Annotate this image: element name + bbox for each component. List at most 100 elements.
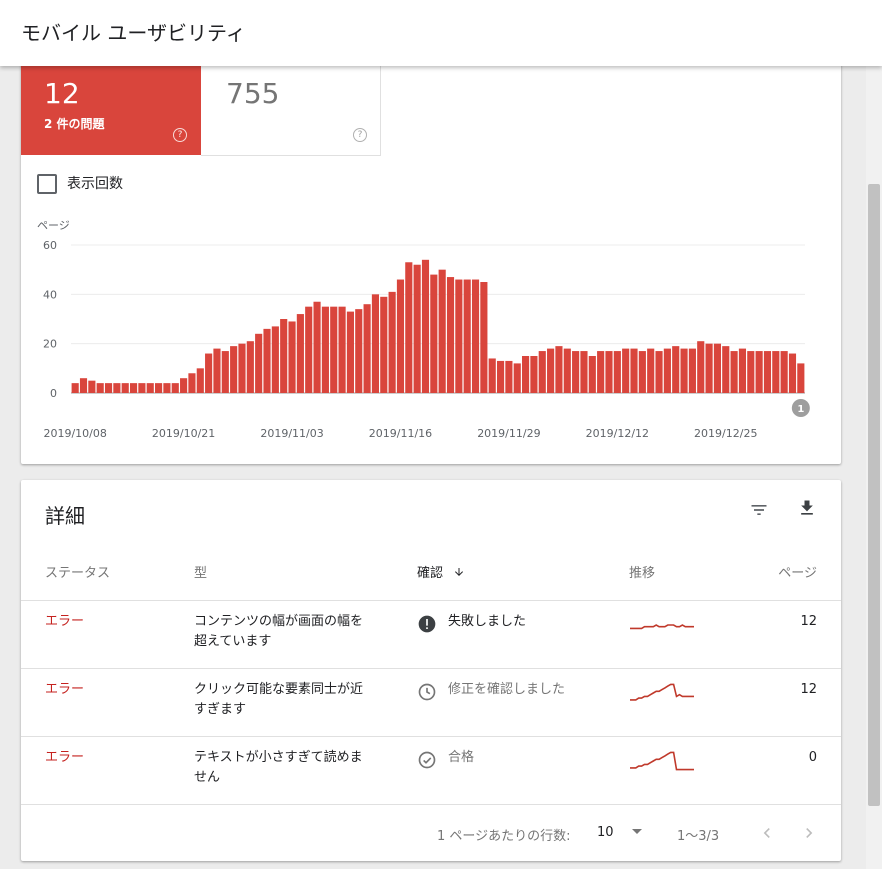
error-metric-tile[interactable]: 12 2 件の問題 ? xyxy=(21,58,201,155)
annotation-label: 1 xyxy=(797,404,804,415)
next-page-icon[interactable] xyxy=(799,823,819,843)
chart-bar xyxy=(730,351,738,393)
x-tick-label: 2019/11/29 xyxy=(477,427,540,440)
table-row[interactable]: エラー クリック可能な要素同士が近すぎます 修正を確認しました 12 xyxy=(21,668,841,737)
trend-sparkline xyxy=(630,683,694,701)
chart-bar xyxy=(96,383,104,393)
chart-bar xyxy=(547,348,555,393)
error-count: 12 xyxy=(44,77,80,110)
type-cell: テキストが小さすぎて読めません xyxy=(194,750,363,785)
rows-per-page-select[interactable]: 10 xyxy=(597,825,642,840)
valid-metric-tile[interactable]: 755 ? xyxy=(201,58,381,156)
chart-bar xyxy=(496,360,505,393)
chart-bar xyxy=(213,348,221,393)
clock-icon xyxy=(418,683,436,701)
chart-bar xyxy=(722,346,730,393)
chart-bar xyxy=(188,373,196,393)
trend-sparkline xyxy=(630,624,694,630)
validation-cell: 合格 xyxy=(448,750,475,765)
chart-bar xyxy=(680,348,688,393)
table-row[interactable]: エラー コンテンツの幅が画面の幅を超えています 失敗しました 12 xyxy=(21,600,841,669)
pagination-range: 1〜3/3 xyxy=(677,829,720,844)
previous-page-icon[interactable] xyxy=(757,823,777,843)
pages-cell: 12 xyxy=(800,614,817,629)
type-cell: コンテンツの幅が画面の幅を超えています xyxy=(194,614,364,649)
details-title: 詳細 xyxy=(45,504,85,528)
chart-bar xyxy=(655,351,663,393)
type-cell: クリック可能な要素同士が近すぎます xyxy=(194,682,364,717)
download-icon[interactable] xyxy=(797,498,817,518)
status-cell: エラー xyxy=(45,682,85,697)
error-label: 2 件の問題 xyxy=(44,117,105,131)
x-tick-label: 2019/10/21 xyxy=(152,427,215,440)
chart-bar xyxy=(230,346,238,393)
chart-bar xyxy=(663,348,671,393)
chart-bar xyxy=(630,348,638,393)
column-header-validation-label: 確認 xyxy=(417,566,444,581)
column-header-pages[interactable]: ページ xyxy=(778,562,817,581)
chart-bar xyxy=(788,353,797,393)
chart-bar xyxy=(296,314,304,393)
chart-bar xyxy=(263,328,271,393)
check-circle-icon xyxy=(418,751,436,769)
x-tick-label: 2019/12/25 xyxy=(694,427,757,440)
chart-bar xyxy=(171,383,179,393)
chart-bar xyxy=(280,319,288,393)
sparkline-path xyxy=(630,751,694,771)
chart-bar xyxy=(371,294,380,393)
chart-bar xyxy=(129,383,138,393)
chart-bar xyxy=(338,306,346,393)
impressions-checkbox[interactable] xyxy=(37,174,57,194)
column-header-trend[interactable]: 推移 xyxy=(629,562,655,581)
chart-bar xyxy=(330,306,338,393)
chart-bar xyxy=(647,348,655,393)
error-filled-icon xyxy=(418,615,436,633)
chart-bar xyxy=(405,262,413,393)
column-header-type[interactable]: 型 xyxy=(194,562,207,581)
chart-bar xyxy=(488,358,496,393)
chart-bar xyxy=(580,351,588,393)
chart-bar xyxy=(763,351,772,393)
chart-bar xyxy=(71,383,79,393)
validation-cell: 失敗しました xyxy=(448,614,527,629)
chart-bar xyxy=(305,306,313,393)
chart-bar xyxy=(396,279,405,393)
status-cell: エラー xyxy=(45,614,85,629)
chart-bar xyxy=(346,311,354,393)
scrollbar-thumb[interactable] xyxy=(868,184,880,806)
sparkline-path xyxy=(630,683,694,701)
chart-bar xyxy=(313,301,321,393)
y-tick-label: 0 xyxy=(50,387,57,400)
validation-cell: 修正を確認しました xyxy=(448,682,566,697)
table-row[interactable]: エラー テキストが小さすぎて読めません 合格 0 xyxy=(21,736,841,805)
top-app-bar: モバイル ユーザビリティ xyxy=(0,0,882,66)
chart-bar xyxy=(513,363,521,393)
chart-bar xyxy=(438,269,446,393)
chart-bar xyxy=(480,282,488,393)
chart-bar xyxy=(688,348,696,393)
column-header-validation[interactable]: 確認 xyxy=(417,562,465,581)
chart-bar xyxy=(463,279,471,393)
chart-bar xyxy=(104,383,113,393)
chart-bar xyxy=(522,356,530,393)
issues-bar-chart: ページ 0 20 40 60 2019/10/08 2019/10/21 2019/11/03… xyxy=(37,219,810,440)
rows-per-page-value: 10 xyxy=(597,825,614,840)
filter-icon[interactable] xyxy=(749,500,769,520)
chart-bar xyxy=(246,341,254,393)
chart-bar xyxy=(597,351,605,393)
chart-bar xyxy=(271,326,279,393)
valid-count: 755 xyxy=(226,77,280,110)
chart-bar xyxy=(421,259,430,393)
impressions-checkbox-label: 表示回数 xyxy=(67,176,123,192)
help-icon[interactable]: ? xyxy=(173,128,187,142)
column-header-status[interactable]: ステータス xyxy=(45,562,110,581)
pages-cell: 0 xyxy=(808,750,817,765)
chart-bar xyxy=(413,264,421,393)
chart-bar xyxy=(713,343,721,393)
help-icon[interactable]: ? xyxy=(353,128,367,142)
chart-bar xyxy=(155,383,163,393)
chart-bar xyxy=(321,306,329,393)
chart-bar xyxy=(563,348,571,393)
chart-bar xyxy=(205,353,213,393)
y-axis-label: ページ xyxy=(37,219,70,232)
